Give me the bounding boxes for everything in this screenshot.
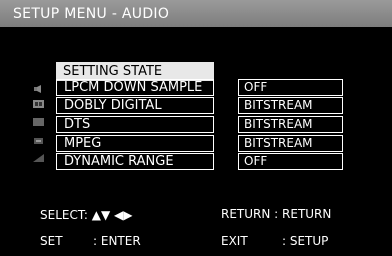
- select-hint: SELECT: ▲▼ ◀▶: [40, 208, 132, 222]
- exit-key-action: : SETUP: [282, 234, 329, 248]
- mpeg-icon: [34, 138, 43, 144]
- menu-item-dobly-digital[interactable]: DOBLY DIGITAL: [56, 97, 214, 114]
- window-title: SETUP MENU - AUDIO: [13, 6, 170, 22]
- menu-item-dynamic-range[interactable]: DYNAMIC RANGE: [56, 153, 214, 170]
- speaker-icon: [34, 85, 41, 93]
- range-icon: [33, 154, 44, 162]
- value-dobly-digital[interactable]: BITSTREAM: [238, 97, 343, 114]
- dts-icon: [33, 118, 44, 126]
- set-key-action: : ENTER: [93, 234, 141, 248]
- arrow-keys-icon: ▲▼ ◀▶: [91, 208, 133, 222]
- value-dts[interactable]: BITSTREAM: [238, 116, 343, 133]
- exit-key-label: EXIT: [221, 234, 248, 248]
- menu-item-dts[interactable]: DTS: [56, 116, 214, 133]
- menu-item-lpcm-down-sample[interactable]: LPCM DOWN SAMPLE: [56, 79, 214, 96]
- title-bar: SETUP MENU - AUDIO: [0, 0, 392, 27]
- value-dynamic-range[interactable]: OFF: [238, 153, 343, 170]
- value-lpcm-down-sample[interactable]: OFF: [238, 79, 343, 96]
- menu-item-mpeg[interactable]: MPEG: [56, 135, 214, 152]
- return-hint: RETURN : RETURN: [221, 207, 332, 221]
- set-key-label: SET: [40, 234, 63, 248]
- value-mpeg[interactable]: BITSTREAM: [238, 135, 343, 152]
- dolby-icon: [33, 100, 44, 108]
- select-label: SELECT:: [40, 208, 88, 222]
